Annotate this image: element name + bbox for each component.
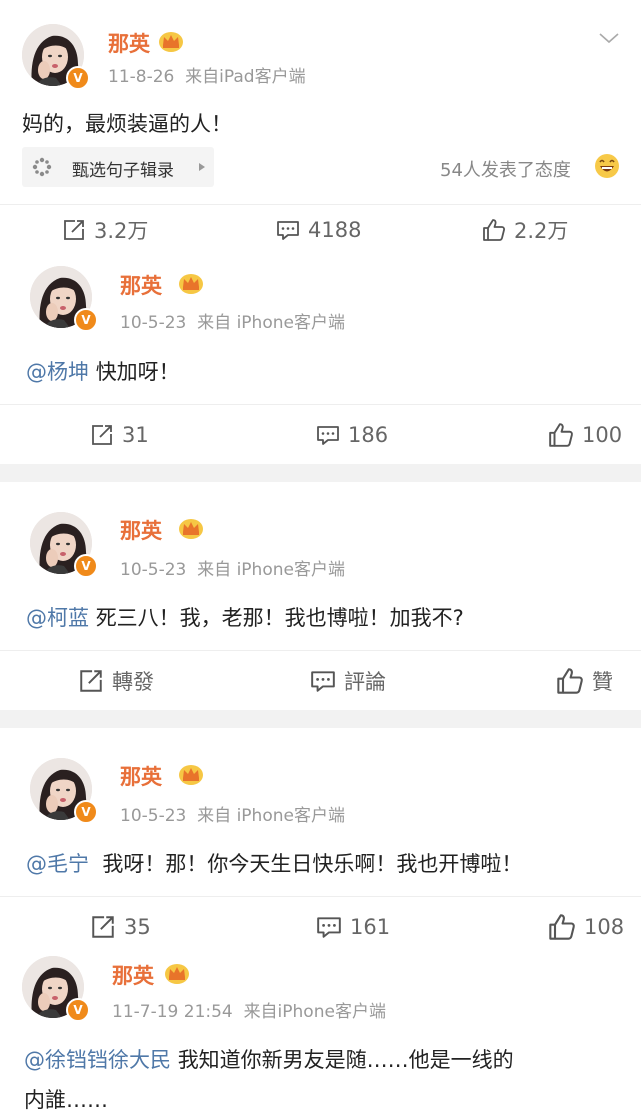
post-date: 10-5-23 [120, 313, 187, 333]
post-text: @徐铛铛徐大民 我知道你新男友是随……他是一线的 [24, 1044, 514, 1074]
comment-button[interactable]: 4188 [276, 213, 361, 247]
verified-v-icon: V [66, 66, 90, 90]
comment-count: 161 [350, 915, 391, 939]
source-card[interactable]: 甄选句子辑录 [22, 147, 214, 187]
like-icon [548, 422, 574, 448]
post-meta: 10-5-23 来自 iPhone客户端 [120, 801, 345, 826]
repost-count: 31 [122, 423, 149, 447]
post-source: 来自 iPhone客户端 [197, 313, 345, 333]
post-body: 我呀！那！你今天生日快乐啊！我也开博啦！ [102, 852, 523, 876]
post-body: 我知道你新男友是随……他是一线的 [177, 1048, 514, 1072]
card-logo-icon [32, 157, 52, 177]
crown-icon [164, 962, 190, 984]
post-date: 11-8-26 [108, 67, 175, 87]
post-source: 来自 iPhone客户端 [197, 560, 345, 580]
attitude-count[interactable]: 54人发表了态度 [440, 156, 571, 182]
author-name[interactable]: 那英 [108, 28, 150, 58]
comment-button[interactable]: 186 [316, 418, 388, 452]
repost-button[interactable]: 3.2万 [62, 213, 148, 247]
author-name[interactable]: 那英 [112, 960, 154, 990]
post-date: 10-5-23 [120, 806, 187, 826]
card-label: 甄选句子辑录 [72, 161, 174, 181]
verified-v-icon: V [74, 800, 98, 824]
post-meta: 11-8-26 来自iPad客户端 [108, 62, 306, 87]
comment-count: 186 [348, 423, 389, 447]
repost-icon [90, 914, 116, 940]
author-name[interactable]: 那英 [120, 270, 162, 300]
like-icon [548, 913, 576, 941]
comment-button[interactable]: 評論 [310, 664, 386, 698]
comment-icon [316, 914, 342, 940]
post-meta: 10-5-23 来自 iPhone客户端 [120, 555, 345, 580]
comment-label: 評論 [344, 670, 386, 694]
like-button[interactable]: 100 [548, 418, 622, 452]
post-date: 11-7-19 21:54 [112, 1002, 233, 1022]
post-text: @柯蓝 死三八！我，老那！我也博啦！加我不? [26, 602, 464, 632]
like-icon [482, 218, 506, 242]
repost-button[interactable]: 31 [90, 418, 149, 452]
verified-v-icon: V [66, 998, 90, 1022]
post-separator [0, 464, 641, 482]
verified-v-icon: V [74, 554, 98, 578]
comment-button[interactable]: 161 [316, 910, 390, 944]
like-count: 108 [584, 915, 625, 939]
post-text: 妈的，最烦装逼的人！ [22, 112, 232, 136]
like-count: 2.2万 [514, 219, 569, 243]
verified-v-icon: V [74, 308, 98, 332]
post-body: 快加呀！ [95, 360, 180, 384]
post-meta: 11-7-19 21:54 来自iPhone客户端 [112, 997, 386, 1022]
like-label: 贊 [592, 670, 613, 694]
mention-link[interactable]: @徐铛铛徐大民 [24, 1048, 171, 1072]
post-text: @杨坤 快加呀！ [26, 356, 180, 386]
repost-count: 35 [124, 915, 151, 939]
post-separator [0, 710, 641, 728]
comment-icon [276, 218, 300, 242]
repost-button[interactable]: 35 [90, 910, 151, 944]
crown-icon [178, 272, 204, 294]
crown-icon [178, 517, 204, 539]
post-source: 来自iPad客户端 [185, 67, 306, 87]
repost-count: 3.2万 [94, 219, 149, 243]
post-text-continued: 内誰…… [24, 1088, 108, 1112]
like-icon [556, 667, 584, 695]
author-name[interactable]: 那英 [120, 515, 162, 545]
author-name[interactable]: 那英 [120, 761, 162, 791]
post-meta: 10-5-23 来自 iPhone客户端 [120, 308, 345, 333]
like-button[interactable]: 108 [548, 910, 624, 944]
post-source: 来自iPhone客户端 [243, 1002, 386, 1022]
chevron-down-icon[interactable] [598, 30, 620, 46]
crown-icon [158, 30, 184, 52]
crown-icon [178, 763, 204, 785]
comment-icon [310, 668, 336, 694]
post-source: 来自 iPhone客户端 [197, 806, 345, 826]
repost-icon [78, 668, 104, 694]
repost-icon [62, 218, 86, 242]
repost-icon [90, 423, 114, 447]
like-count: 100 [582, 423, 623, 447]
post-text: @毛宁 我呀！那！你今天生日快乐啊！我也开博啦！ [26, 848, 522, 878]
like-button[interactable]: 贊 [556, 664, 613, 698]
comment-count: 4188 [308, 218, 362, 242]
repost-button[interactable]: 轉發 [78, 664, 154, 698]
laughing-emoji-icon [595, 154, 619, 178]
like-button[interactable]: 2.2万 [482, 213, 568, 247]
mention-link[interactable]: @杨坤 [26, 360, 89, 384]
post-date: 10-5-23 [120, 560, 187, 580]
comment-icon [316, 423, 340, 447]
mention-link[interactable]: @柯蓝 [26, 606, 89, 630]
mention-link[interactable]: @毛宁 [26, 852, 89, 876]
repost-label: 轉發 [112, 670, 154, 694]
arrow-right-icon [199, 163, 205, 171]
post-body: 死三八！我，老那！我也博啦！加我不? [95, 606, 464, 630]
